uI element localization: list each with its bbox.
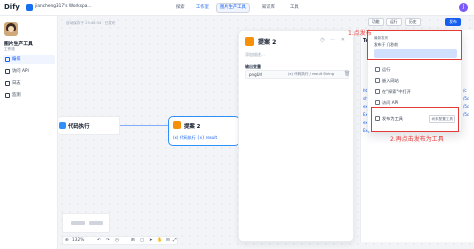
api-icon	[5, 69, 10, 74]
workspace-switcher[interactable]: jiancheng317's Workspa...	[35, 4, 92, 9]
zoom-icon[interactable]: ⊕	[65, 238, 69, 243]
link-text[interactable]: /5c	[463, 104, 469, 109]
node-label: 代码执行	[68, 124, 90, 130]
nav-explore[interactable]: 探索	[176, 4, 185, 10]
link-text[interactable]: /c	[463, 88, 467, 93]
play-icon	[375, 67, 380, 72]
undo-icon[interactable]: ↶	[97, 238, 101, 243]
end-node[interactable]: 提案 2 (x) 代码执行 {x} result	[168, 116, 240, 146]
menu-item-explore[interactable]: 在"探索"中打开	[374, 87, 457, 96]
top-bar: Dify jiancheng317's Workspa... 探索 工作室 图片…	[0, 0, 474, 16]
explore-icon	[375, 89, 380, 94]
canvas-bottom-toolbar: ⊕ 132% ↶ ↷ ◷ ⊞ ▢ ➤ ✋ ⊟ ⤢	[62, 236, 178, 245]
workspace-icon	[26, 4, 33, 11]
node-label: 提案 2	[184, 124, 201, 130]
menu-item-embed[interactable]: 嵌入网站	[374, 76, 457, 85]
nav-tools[interactable]: 工具	[290, 4, 299, 10]
code-node[interactable]: 代码执行	[58, 116, 120, 135]
monitor-icon	[5, 93, 10, 98]
minimap[interactable]	[62, 213, 110, 233]
features-button[interactable]: 功能	[368, 18, 384, 26]
save-status: 自动保存于 23:46:34 · 已发布	[66, 21, 116, 25]
maximize-icon[interactable]: ⤢	[173, 238, 176, 243]
history-button[interactable]: 历史	[405, 18, 421, 26]
app-sidebar: 图片生产工具 工作流 编排 访问 API 日志 监测	[0, 16, 58, 249]
sidebar-item-monitor[interactable]: 监测	[3, 91, 55, 100]
dify-logo[interactable]: Dify	[4, 3, 20, 11]
menu-item-label: 运行	[382, 67, 391, 72]
app-avatar	[4, 22, 18, 36]
menu-item-run[interactable]: 运行	[374, 65, 457, 74]
annotation-box-publish	[367, 30, 462, 60]
api-icon	[375, 100, 380, 105]
comment-icon[interactable]: ▢	[140, 238, 144, 243]
edge-connector	[120, 125, 168, 126]
redo-icon[interactable]: ↷	[106, 238, 110, 243]
orchestrate-icon	[5, 57, 10, 62]
add-node-icon[interactable]: ⊞	[131, 238, 135, 243]
sidebar-item-logs[interactable]: 日志	[3, 79, 55, 88]
panel-header-icons[interactable]: ◷ ⋯ ✕	[320, 37, 347, 43]
output-variable-row[interactable]: pngUrl (x) 代码执行 / result String	[245, 70, 349, 79]
sidebar-item-label: 监测	[12, 93, 21, 98]
sidebar-item-label: 编排	[12, 57, 21, 62]
app-name: 图片生产工具	[4, 42, 33, 47]
pointer-icon[interactable]: ➤	[149, 238, 153, 243]
nav-knowledge[interactable]: 知识库	[262, 4, 275, 10]
sidebar-item-api[interactable]: 访问 API	[3, 67, 55, 76]
variable-name[interactable]: pngUrl	[249, 72, 262, 77]
link-text[interactable]: /5c	[463, 96, 469, 101]
annotation-step-1: 1.点发布	[348, 30, 372, 37]
zoom-level[interactable]: 132%	[72, 238, 84, 243]
panel-title: 提案 2	[258, 39, 277, 46]
embed-icon	[375, 78, 380, 83]
logs-icon	[5, 81, 10, 86]
node-variable: (x) 代码执行 {x} result	[173, 135, 218, 140]
node-detail-panel: 提案 2 ◷ ⋯ ✕ 添加描述... 输出变量 pngUrl (x) 代码执行 …	[238, 30, 354, 242]
layout-icon[interactable]: ⊟	[166, 238, 170, 243]
menu-item-api[interactable]: 访问 API	[374, 98, 457, 107]
menu-item-label: 访问 API	[382, 100, 399, 105]
delete-icon[interactable]: 🗑	[344, 71, 350, 77]
minimap-node	[71, 221, 85, 225]
history-icon[interactable]: ◷	[115, 238, 119, 243]
publish-button[interactable]: 发布	[445, 18, 461, 26]
panel-description-input[interactable]: 添加描述...	[245, 52, 265, 58]
sidebar-item-orchestrate[interactable]: 编排	[3, 55, 55, 64]
run-button[interactable]: 运行	[386, 18, 402, 26]
current-app-chip[interactable]: 图片生产工具	[216, 2, 250, 13]
annotation-box-publish-tool	[371, 107, 459, 132]
variable-value[interactable]: (x) 代码执行 / result String	[288, 72, 334, 77]
end-node-icon	[173, 121, 181, 129]
menu-item-label: 嵌入网站	[382, 78, 399, 83]
sidebar-item-label: 日志	[12, 81, 21, 86]
sidebar-item-label: 访问 API	[12, 69, 29, 74]
end-node-icon	[245, 37, 254, 46]
nav-studio[interactable]: 工作室	[196, 4, 209, 10]
annotation-step-2: 2.再点击发布为工具	[390, 136, 444, 143]
minimap-node	[89, 221, 103, 225]
link-text[interactable]: /5c	[463, 112, 469, 117]
user-avatar[interactable]: J	[459, 3, 468, 12]
menu-item-label: 在"探索"中打开	[382, 89, 411, 94]
app-type: 工作流	[4, 47, 15, 51]
code-icon	[59, 122, 66, 129]
hand-icon[interactable]: ✋	[157, 238, 162, 243]
